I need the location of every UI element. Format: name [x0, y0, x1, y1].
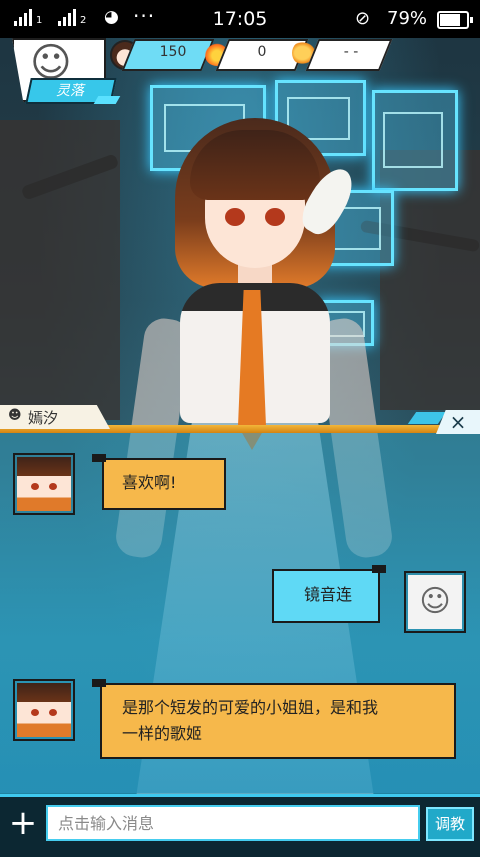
stat-2-value: 0 — [257, 44, 267, 60]
message-bubble-3: 是那个短发的可爱的小姐姐，是和我 一样的歌姬 — [100, 683, 456, 759]
plus-button[interactable]: + — [6, 806, 40, 840]
message-bubble-1: 喜欢啊! — [102, 458, 226, 510]
user-sketch-icon: ☺ — [408, 575, 462, 629]
status-bar: 1 2 ◕ ··· 17:05 ⊘ 79% — [0, 0, 480, 38]
bubble-corner-3 — [92, 679, 106, 687]
message-text-3-line-2: 一样的歌姬 — [122, 724, 203, 743]
bubble-corner-2 — [372, 565, 386, 573]
mute-icon: ⊘ — [355, 8, 371, 29]
speaker-head-icon: ☻ — [8, 408, 22, 423]
character-eye-left — [225, 208, 245, 226]
stat-3-value: - - — [343, 44, 359, 60]
message-text-2: 镜音连 — [304, 585, 353, 604]
speaker-name: 嫣汐 — [28, 409, 59, 427]
message-text-3-line-1: 是那个短发的可爱的小姐姐，是和我 — [122, 698, 379, 717]
chat-avatar-character — [13, 453, 75, 515]
chat-avatar-character — [13, 679, 75, 741]
speaker-tab: ☻ 嫣汐 — [0, 405, 110, 429]
name-tag-stripe — [93, 96, 121, 104]
tune-button[interactable]: 调教 — [426, 807, 474, 841]
message-text-1: 喜欢啊! — [122, 473, 177, 492]
chat-avatar-user: ☺ — [404, 571, 466, 633]
character-eye-right — [265, 208, 285, 226]
message-input[interactable] — [46, 805, 420, 841]
stat-1-value: 150 — [159, 44, 187, 60]
hologram-screen-3 — [372, 90, 458, 191]
bubble-corner-1 — [92, 454, 106, 462]
message-bubble-2: 镜音连 — [272, 569, 380, 623]
battery-percent: 79% — [387, 8, 428, 29]
battery-icon — [437, 11, 473, 29]
